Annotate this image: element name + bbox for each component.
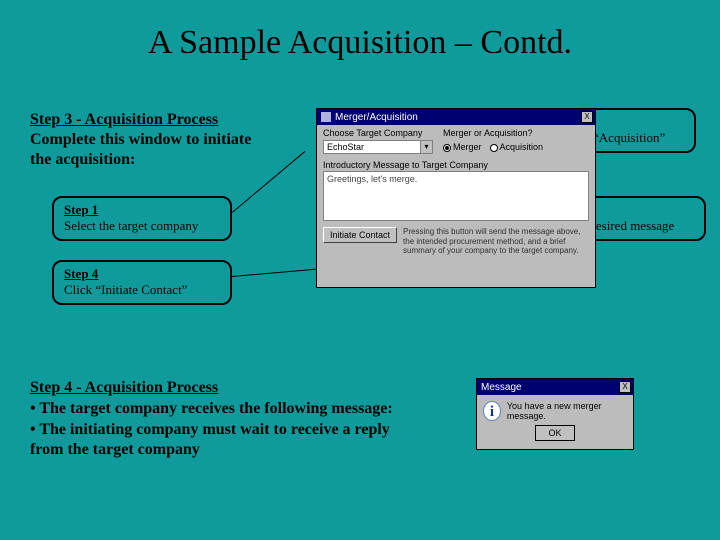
step3-line1: Complete this window to initiate: [30, 131, 251, 148]
msg-window-title: Message: [481, 382, 617, 393]
choose-target-label: Choose Target Company: [323, 128, 433, 138]
radio-acquisition-label: Acquisition: [500, 142, 544, 152]
initiate-hint-text: Pressing this button will send the messa…: [403, 227, 589, 256]
step4-bullet2b: from the target company: [30, 441, 200, 458]
radio-icon: [443, 144, 451, 152]
merger-acquisition-window: Merger/Acquisition X Choose Target Compa…: [316, 108, 596, 288]
step3-heading: Step 3 - Acquisition Process: [30, 111, 218, 128]
ma-close-button[interactable]: X: [581, 111, 593, 123]
step4-bullet2: • The initiating company must wait to re…: [30, 421, 390, 438]
target-company-value: EchoStar: [327, 142, 364, 152]
msg-body: i You have a new merger message.: [477, 395, 633, 423]
intro-message-textarea[interactable]: Greetings, let's merge.: [323, 171, 589, 221]
callout-step4-label: Step 4: [64, 266, 98, 281]
radio-icon: [490, 144, 498, 152]
radio-merger[interactable]: Merger: [443, 142, 482, 152]
ma-window-title: Merger/Acquisition: [335, 112, 579, 123]
initiate-contact-button[interactable]: Initiate Contact: [323, 227, 397, 243]
msg-titlebar: Message X: [477, 379, 633, 395]
msg-text: You have a new merger message.: [507, 401, 627, 421]
intro-message-label: Introductory Message to Target Company: [317, 158, 595, 171]
target-company-combo[interactable]: EchoStar ▾: [323, 140, 433, 154]
chevron-down-icon[interactable]: ▾: [420, 141, 432, 153]
step4-heading-block: Step 4 - Acquisition Process • The targe…: [30, 378, 450, 461]
msg-close-button[interactable]: X: [619, 381, 631, 393]
step3-heading-block: Step 3 - Acquisition Process Complete th…: [30, 110, 310, 170]
callout-step1-text: Select the target company: [64, 218, 198, 233]
ma-window-icon: [321, 112, 331, 122]
step4-bullet1: • The target company receives the follow…: [30, 400, 393, 417]
message-popup: Message X i You have a new merger messag…: [476, 378, 634, 450]
slide-title: A Sample Acquisition – Contd.: [0, 24, 720, 62]
callout-step4-text: Click “Initiate Contact”: [64, 282, 187, 297]
step3-line2: the acquisition:: [30, 151, 135, 168]
callout-step1-label: Step 1: [64, 202, 98, 217]
callout-step1: Step 1 Select the target company: [52, 196, 232, 241]
moa-radio-group: Merger Acquisition: [443, 142, 543, 152]
merger-or-acq-label: Merger or Acquisition?: [443, 128, 553, 138]
ok-button[interactable]: OK: [535, 425, 575, 441]
ma-titlebar: Merger/Acquisition X: [317, 109, 595, 125]
radio-merger-label: Merger: [453, 142, 482, 152]
callout-step4: Step 4 Click “Initiate Contact”: [52, 260, 232, 305]
radio-acquisition[interactable]: Acquisition: [490, 142, 544, 152]
step4-heading: Step 4 - Acquisition Process: [30, 379, 218, 396]
info-icon: i: [483, 401, 501, 421]
